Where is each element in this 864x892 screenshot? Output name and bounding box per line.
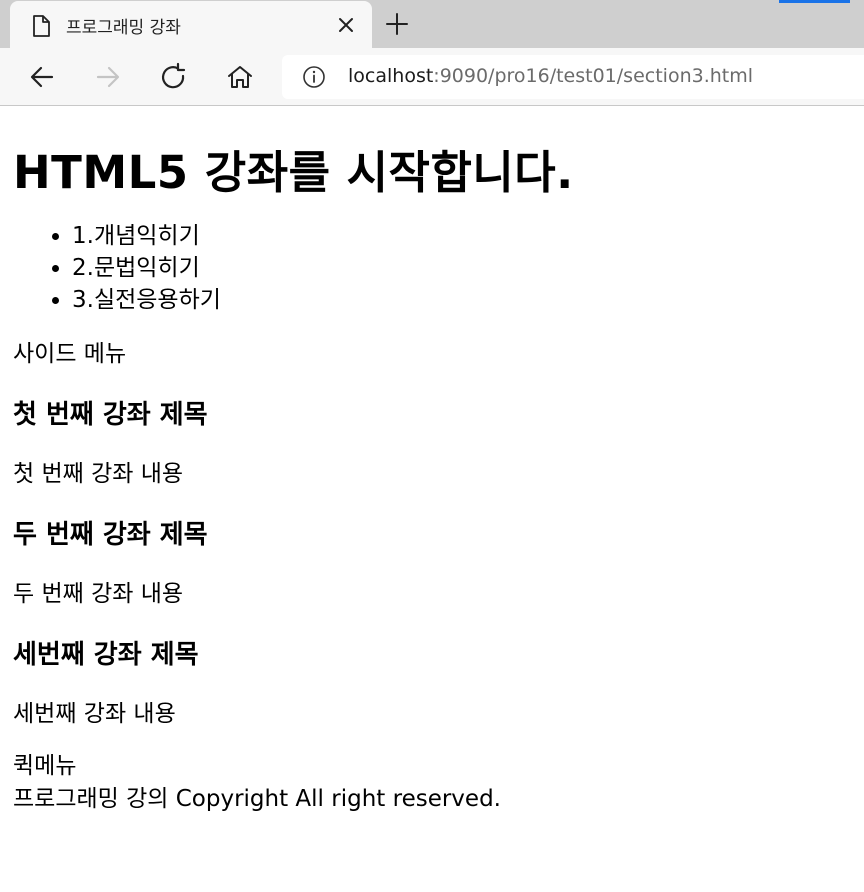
back-arrow-icon[interactable] xyxy=(27,62,57,92)
lecture-1-body: 첫 번째 강좌 내용 xyxy=(13,461,184,487)
home-icon[interactable] xyxy=(225,62,255,92)
page-title: HTML5 강좌를 시작합니다. xyxy=(13,146,574,199)
tab-bar: 프로그래밍 강좌 xyxy=(0,0,864,48)
browser-tab[interactable]: 프로그래밍 강좌 xyxy=(10,1,372,48)
lecture-2-body: 두 번째 강좌 내용 xyxy=(13,581,184,607)
page-icon xyxy=(33,15,50,37)
lecture-3-body: 세번째 강좌 내용 xyxy=(13,701,176,727)
nav-item-concepts: 1.개념익히기 xyxy=(72,220,853,252)
footer: 프로그래밍 강의 Copyright All right reserved. xyxy=(13,786,501,812)
nav-item-practice: 3.실전응용하기 xyxy=(72,284,853,316)
lecture-1-title: 첫 번째 강좌 제목 xyxy=(13,400,208,430)
info-icon[interactable] xyxy=(302,65,326,89)
reload-icon[interactable] xyxy=(159,62,189,92)
accent-strip xyxy=(779,0,850,3)
new-tab-button[interactable] xyxy=(384,11,410,37)
url-text[interactable]: localhost:9090/pro16/test01/section3.htm… xyxy=(348,65,753,87)
nav-item-grammar: 2.문법익히기 xyxy=(72,252,853,284)
url-host: localhost xyxy=(348,65,434,87)
page-content: HTML5 강좌를 시작합니다. 1.개념익히기 2.문법익히기 3.실전응용하… xyxy=(13,106,853,816)
close-icon[interactable] xyxy=(334,13,358,37)
quick-menu: 퀵메뉴 xyxy=(13,753,77,779)
nav-list: 1.개념익히기 2.문법익히기 3.실전응용하기 xyxy=(13,220,853,316)
forward-arrow-icon[interactable] xyxy=(93,62,123,92)
side-menu: 사이드 메뉴 xyxy=(13,341,127,367)
url-path: :9090/pro16/test01/section3.html xyxy=(433,65,754,87)
address-bar[interactable]: localhost:9090/pro16/test01/section3.htm… xyxy=(282,55,864,99)
tab-title: 프로그래밍 강좌 xyxy=(66,18,181,38)
browser-toolbar: localhost:9090/pro16/test01/section3.htm… xyxy=(0,48,864,106)
lecture-2-title: 두 번째 강좌 제목 xyxy=(13,520,208,550)
lecture-3-title: 세번째 강좌 제목 xyxy=(13,640,199,670)
